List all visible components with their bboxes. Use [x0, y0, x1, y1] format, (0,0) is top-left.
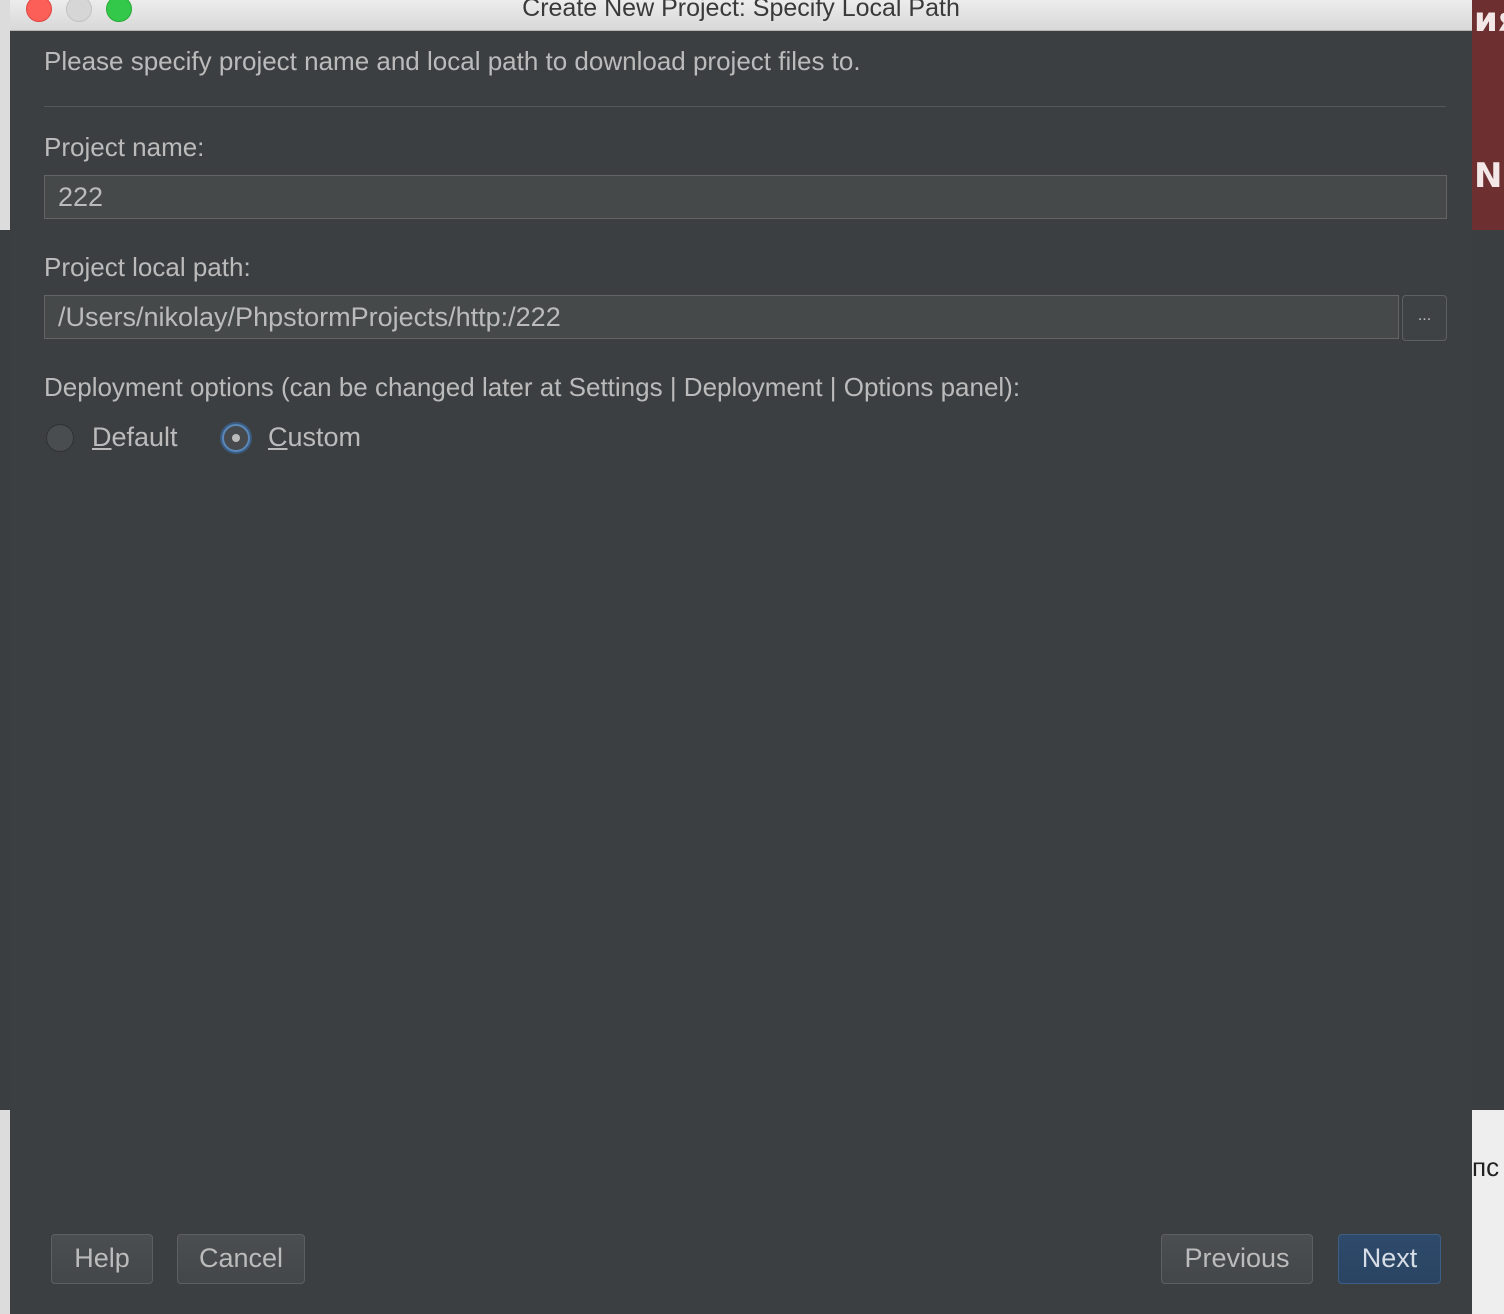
radio-custom-button[interactable]: [222, 424, 250, 452]
background-text-bottom: пс: [1472, 1152, 1500, 1182]
browse-button[interactable]: ...: [1402, 295, 1447, 341]
background-text-mid: ND: [1474, 156, 1504, 196]
cancel-button[interactable]: Cancel: [177, 1234, 305, 1284]
radio-custom-label[interactable]: Custom: [268, 422, 361, 453]
background-right: ия ND пс: [1472, 0, 1504, 1314]
project-name-label: Project name:: [44, 132, 205, 162]
background-left: [0, 0, 10, 1314]
background-text-top: ия: [1474, 0, 1504, 40]
dialog-window: Create New Project: Specify Local Path P…: [10, 0, 1472, 1314]
radio-default-button[interactable]: [46, 424, 74, 452]
background-panel: [1472, 230, 1504, 1110]
intro-text: Please specify project name and local pa…: [44, 46, 861, 76]
title-bar: Create New Project: Specify Local Path: [10, 0, 1472, 31]
divider: [44, 106, 1446, 107]
radio-custom-label-rest: ustom: [287, 422, 362, 452]
project-path-input[interactable]: [44, 295, 1399, 339]
deployment-options-label: Deployment options (can be changed later…: [44, 372, 1021, 402]
window-title: Create New Project: Specify Local Path: [522, 0, 960, 22]
mnemonic-c: C: [268, 422, 288, 452]
radio-default-label-rest: efault: [111, 422, 178, 452]
background-banner: ия ND: [1472, 0, 1504, 230]
next-button[interactable]: Next: [1338, 1234, 1441, 1284]
help-button[interactable]: Help: [51, 1234, 153, 1284]
mnemonic-d: D: [92, 422, 112, 452]
project-name-input[interactable]: [44, 175, 1447, 219]
background-window-edge: [0, 230, 10, 1110]
radio-default-label[interactable]: Default: [92, 422, 178, 453]
project-path-label: Project local path:: [44, 252, 251, 282]
previous-button[interactable]: Previous: [1161, 1234, 1313, 1284]
